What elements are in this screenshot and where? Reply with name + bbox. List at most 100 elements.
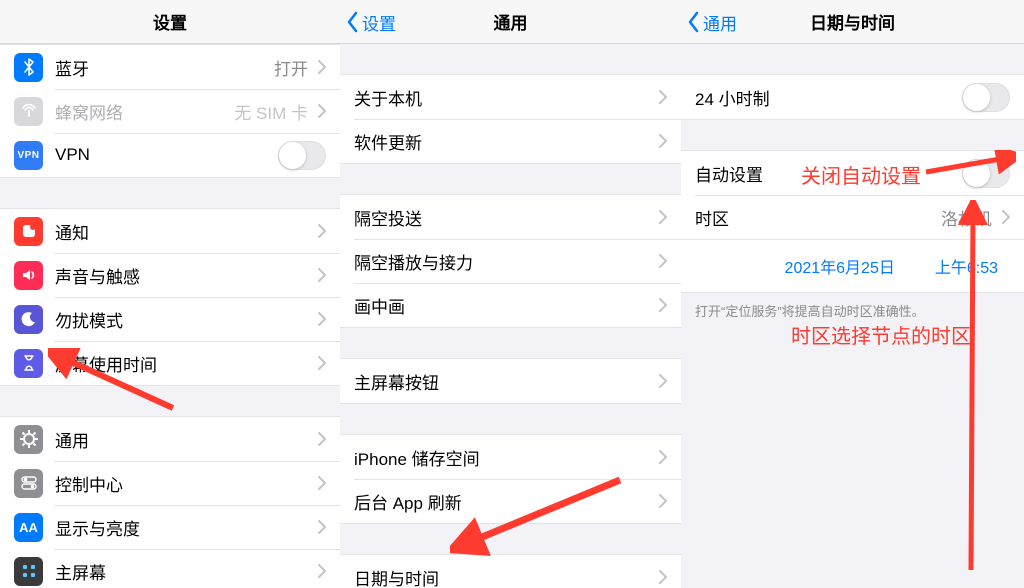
time-picker[interactable]: 上午6:53: [925, 250, 1008, 282]
sounds-label: 声音与触感: [55, 263, 308, 288]
footer-note: 打开“定位服务”将提高自动时区准确性。: [681, 293, 1024, 320]
navbar: 设置: [0, 0, 340, 44]
chevron-right-icon: [318, 356, 326, 370]
back-label: 设置: [362, 10, 396, 35]
group-spacer: [340, 44, 681, 74]
date-picker[interactable]: 2021年6月25日: [775, 250, 905, 282]
row-about[interactable]: 关于本机: [340, 75, 681, 119]
bluetooth-label: 蓝牙: [55, 55, 266, 80]
bluetooth-detail: 打开: [274, 55, 308, 80]
sounds-icon: [14, 261, 43, 290]
annotation-text: 时区选择节点的时区: [791, 320, 971, 349]
twentyfour-toggle[interactable]: [962, 83, 1010, 112]
chevron-right-icon: [659, 254, 667, 268]
group-spacer: [681, 120, 1024, 150]
group-24h: 24 小时制: [681, 74, 1024, 120]
cellular-detail: 无 SIM 卡: [234, 99, 308, 124]
row-sounds[interactable]: 声音与触感: [0, 253, 340, 297]
chevron-right-icon: [318, 564, 326, 578]
group-spacer: [340, 328, 681, 358]
chevron-right-icon: [659, 570, 667, 584]
page-title: 通用: [494, 9, 528, 34]
bgrefresh-label: 后台 App 刷新: [354, 489, 649, 514]
row-homebtn[interactable]: 主屏幕按钮: [340, 359, 681, 403]
back-label: 通用: [703, 10, 737, 35]
row-bgrefresh[interactable]: 后台 App 刷新: [340, 479, 681, 523]
display-label: 显示与亮度: [55, 515, 308, 540]
autoset-toggle[interactable]: [962, 159, 1010, 188]
group-notifications: 通知 声音与触感 勿扰模式 屏幕使用时间: [0, 208, 340, 386]
row-pip[interactable]: 画中画: [340, 283, 681, 327]
moon-icon: [14, 305, 43, 334]
chevron-right-icon: [318, 224, 326, 238]
chevron-right-icon: [659, 298, 667, 312]
dnd-label: 勿扰模式: [55, 307, 308, 332]
chevron-right-icon: [318, 432, 326, 446]
storage-label: iPhone 储存空间: [354, 445, 649, 470]
group-spacer: [340, 164, 681, 194]
row-storage[interactable]: iPhone 储存空间: [340, 435, 681, 479]
chevron-right-icon: [659, 90, 667, 104]
vpn-toggle[interactable]: [278, 141, 326, 170]
row-24h[interactable]: 24 小时制: [681, 75, 1024, 119]
group-airdrop: 隔空投送 隔空播放与接力 画中画: [340, 194, 681, 328]
row-airplay[interactable]: 隔空播放与接力: [340, 239, 681, 283]
pip-label: 画中画: [354, 293, 649, 318]
antenna-icon: [14, 97, 43, 126]
datetime-picker-row: 2021年6月25日 上午6:53: [681, 240, 1024, 293]
group-spacer: [340, 524, 681, 554]
grid-icon: [14, 557, 43, 586]
page-title: 设置: [153, 9, 187, 34]
navbar: 设置 通用: [340, 0, 681, 44]
chevron-right-icon: [318, 520, 326, 534]
navbar: 通用 日期与时间: [681, 0, 1024, 44]
chevron-right-icon: [659, 134, 667, 148]
back-button[interactable]: 设置: [346, 0, 396, 44]
timezone-detail: 洛杉矶: [941, 205, 992, 230]
group-spacer: [340, 404, 681, 434]
hourglass-icon: [14, 349, 43, 378]
row-vpn[interactable]: VPN VPN: [0, 133, 340, 177]
group-spacer: [0, 386, 340, 416]
row-dnd[interactable]: 勿扰模式: [0, 297, 340, 341]
twentyfour-label: 24 小时制: [695, 85, 954, 110]
bluetooth-icon: [14, 53, 43, 82]
row-homescreen[interactable]: 主屏幕: [0, 549, 340, 588]
notifications-label: 通知: [55, 219, 308, 244]
row-update[interactable]: 软件更新: [340, 119, 681, 163]
group-spacer: [681, 44, 1024, 74]
group-connectivity: 蓝牙 打开 蜂窝网络 无 SIM 卡 VPN VPN: [0, 44, 340, 178]
controlcenter-label: 控制中心: [55, 471, 308, 496]
row-cellular[interactable]: 蜂窝网络 无 SIM 卡: [0, 89, 340, 133]
update-label: 软件更新: [354, 129, 649, 154]
row-general[interactable]: 通用: [0, 417, 340, 461]
chevron-right-icon: [659, 450, 667, 464]
chevron-right-icon: [318, 268, 326, 282]
chevron-right-icon: [659, 374, 667, 388]
vpn-label: VPN: [55, 145, 270, 165]
row-airdrop[interactable]: 隔空投送: [340, 195, 681, 239]
chevron-right-icon: [659, 210, 667, 224]
notifications-icon: [14, 217, 43, 246]
gear-icon: [14, 425, 43, 454]
row-notifications[interactable]: 通知: [0, 209, 340, 253]
row-datetime[interactable]: 日期与时间: [340, 555, 681, 588]
about-label: 关于本机: [354, 85, 649, 110]
vpn-icon: VPN: [14, 141, 43, 170]
airplay-label: 隔空播放与接力: [354, 249, 649, 274]
row-display[interactable]: AA 显示与亮度: [0, 505, 340, 549]
group-homebtn: 主屏幕按钮: [340, 358, 681, 404]
page-title: 日期与时间: [810, 9, 895, 34]
letters-icon: AA: [14, 513, 43, 542]
timezone-label: 时区: [695, 205, 933, 230]
group-general: 通用 控制中心 AA 显示与亮度 主屏幕 辅助功能: [0, 416, 340, 588]
group-storage: iPhone 储存空间 后台 App 刷新: [340, 434, 681, 524]
row-screentime[interactable]: 屏幕使用时间: [0, 341, 340, 385]
back-button[interactable]: 通用: [687, 0, 737, 44]
chevron-right-icon: [318, 476, 326, 490]
group-datetime: 日期与时间 键盘: [340, 554, 681, 588]
row-controlcenter[interactable]: 控制中心: [0, 461, 340, 505]
row-timezone[interactable]: 时区 洛杉矶: [681, 195, 1024, 239]
row-bluetooth[interactable]: 蓝牙 打开: [0, 45, 340, 89]
cellular-label: 蜂窝网络: [55, 99, 226, 124]
